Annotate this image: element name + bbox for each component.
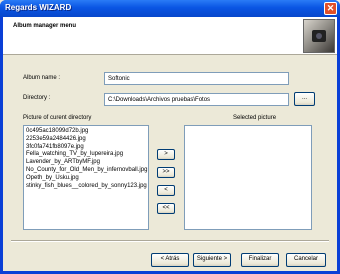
camera-icon bbox=[303, 19, 335, 53]
remove-all-button[interactable]: << bbox=[157, 203, 175, 214]
selected-picture-list[interactable] bbox=[184, 125, 312, 230]
list-item[interactable]: Opeth_by_Usku.jpg bbox=[24, 175, 148, 183]
title-bar[interactable]: Regards WIZARD ✕ bbox=[0, 0, 340, 17]
footer-separator bbox=[11, 240, 329, 242]
list-item[interactable]: 2253e59a2484426.jpg bbox=[24, 136, 148, 144]
list-item[interactable]: Fella_watching_TV_by_lupereira.jpg bbox=[24, 151, 148, 159]
list-item[interactable]: 0c495ac18099d72b.jpg bbox=[24, 128, 148, 136]
wizard-window: Regards WIZARD ✕ Album manager menu Albu… bbox=[0, 0, 340, 274]
close-icon: ✕ bbox=[326, 3, 335, 13]
browse-button[interactable]: ... bbox=[294, 92, 315, 106]
add-all-button[interactable]: >> bbox=[157, 167, 175, 178]
directory-label: Directory : bbox=[23, 95, 51, 101]
wizard-header: Album manager menu bbox=[3, 17, 337, 55]
list-item[interactable]: No_County_for_Old_Men_by_infernovball.jp… bbox=[24, 167, 148, 175]
album-name-field[interactable]: Softonic bbox=[104, 72, 289, 85]
close-button[interactable]: ✕ bbox=[324, 2, 337, 15]
album-name-label: Album name : bbox=[23, 75, 61, 81]
add-one-button[interactable]: > bbox=[157, 149, 175, 160]
current-directory-label: Picture of curent directory bbox=[23, 115, 92, 121]
window-title: Regards WIZARD bbox=[5, 3, 72, 12]
list-item[interactable]: stinky_fish_blues__colored_by_sonny123.j… bbox=[24, 183, 148, 191]
selected-picture-label: Selected picture bbox=[233, 115, 277, 121]
next-button[interactable]: Siguiente > bbox=[193, 253, 231, 267]
page-title: Album manager menu bbox=[13, 23, 77, 29]
wizard-client-area: Album manager menu Album name : Softonic… bbox=[3, 17, 337, 271]
current-directory-list[interactable]: 0c495ac18099d72b.jpg 2253e59a2484426.jpg… bbox=[23, 125, 149, 230]
cancel-button[interactable]: Cancelar bbox=[286, 253, 326, 267]
finish-button[interactable]: Finalizar bbox=[241, 253, 279, 267]
back-button[interactable]: < Atrás bbox=[151, 253, 189, 267]
directory-field[interactable]: C:\Downloads\Archivos pruebas\Fotos bbox=[104, 93, 289, 106]
list-item[interactable]: 3fc0fa741fb8097e.jpg bbox=[24, 144, 148, 152]
list-item[interactable]: Lavender_by_ARTbyMF.jpg bbox=[24, 159, 148, 167]
remove-one-button[interactable]: < bbox=[157, 185, 175, 196]
